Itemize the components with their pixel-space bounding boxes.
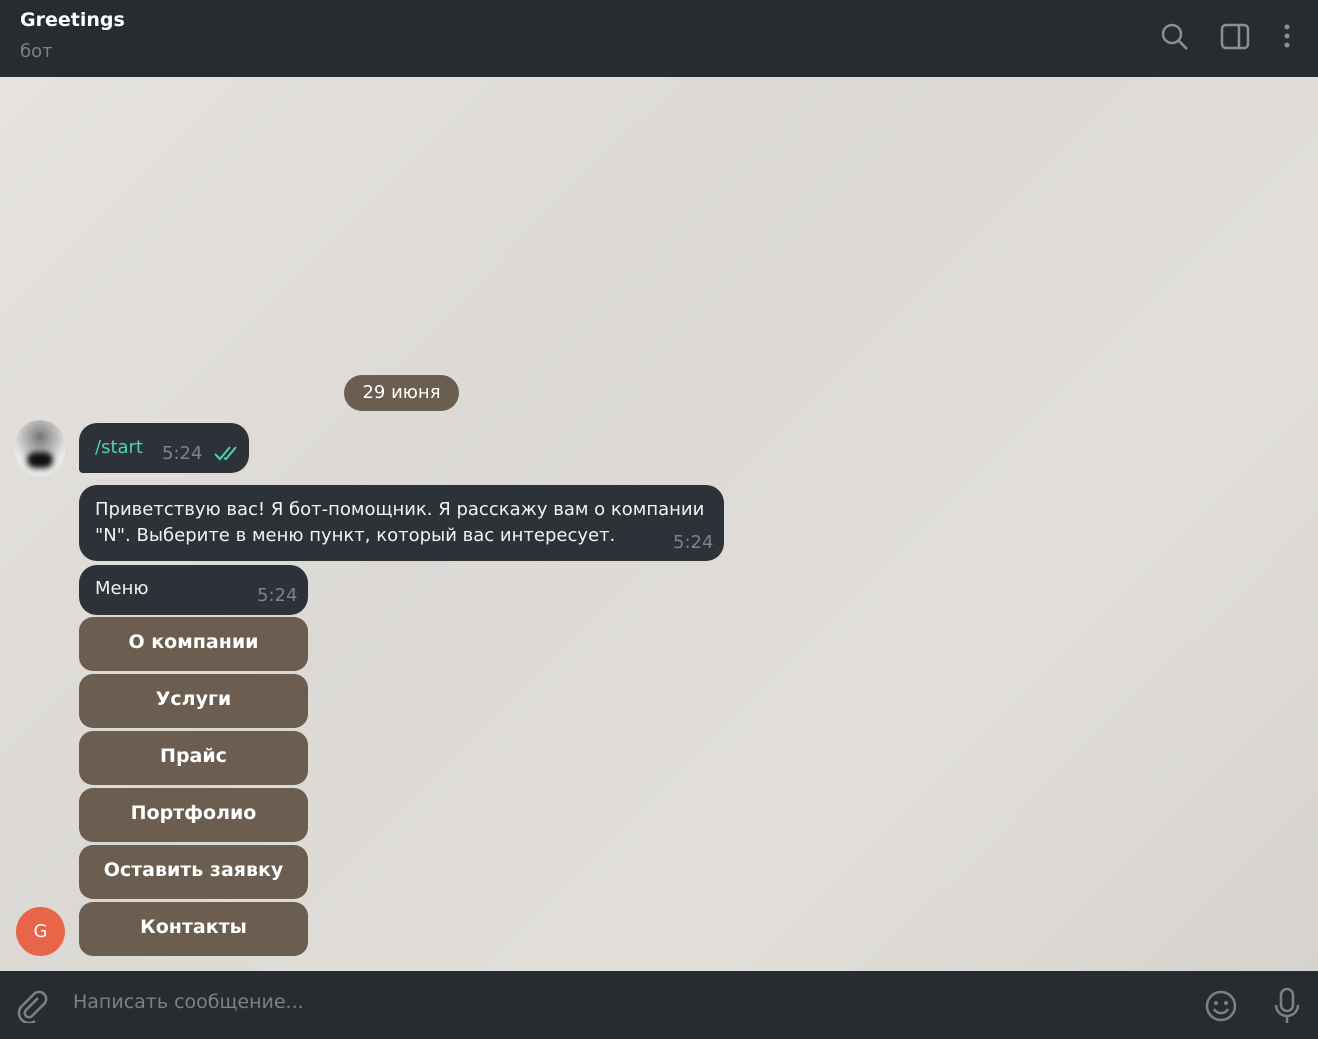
- double-check-icon: [214, 446, 237, 461]
- inline-button-about[interactable]: О компании: [79, 617, 308, 671]
- message-text: Меню: [95, 578, 149, 599]
- message-time: 5:24: [673, 532, 714, 553]
- search-icon[interactable]: [1160, 22, 1190, 52]
- message-input[interactable]: [73, 991, 1173, 1013]
- inline-button-price[interactable]: Прайс: [79, 731, 308, 785]
- message-greeting: Приветствую вас! Я бот-помощник. Я расск…: [79, 485, 724, 561]
- chat-header: Greetings бот: [0, 0, 1318, 77]
- emoji-icon[interactable]: [1204, 989, 1238, 1023]
- message-time: 5:24: [257, 585, 298, 606]
- message-line-1: Приветствую вас! Я бот-помощник. Я расск…: [95, 499, 705, 520]
- more-options-icon[interactable]: [1272, 22, 1302, 52]
- bot-avatar[interactable]: [15, 420, 65, 476]
- chat-subtitle: бот: [20, 41, 53, 62]
- bot-avatar-letter[interactable]: G: [16, 907, 65, 956]
- inline-button-portfolio[interactable]: Портфолио: [79, 788, 308, 842]
- message-menu: Меню 5:24: [79, 565, 308, 615]
- composer: [0, 971, 1318, 1039]
- message-time: 5:24: [162, 443, 203, 464]
- attach-icon[interactable]: [16, 989, 48, 1023]
- date-separator: 29 июня: [344, 375, 459, 411]
- inline-button-contacts[interactable]: Контакты: [79, 902, 308, 956]
- message-text: /start: [95, 437, 143, 458]
- chat-title[interactable]: Greetings: [20, 9, 125, 31]
- inline-button-request[interactable]: Оставить заявку: [79, 845, 308, 899]
- inline-button-services[interactable]: Услуги: [79, 674, 308, 728]
- sidebar-toggle-icon[interactable]: [1220, 22, 1250, 52]
- microphone-icon[interactable]: [1272, 987, 1302, 1025]
- message-start: /start 5:24: [79, 423, 249, 473]
- message-line-2: "N". Выберите в меню пункт, который вас …: [95, 525, 616, 546]
